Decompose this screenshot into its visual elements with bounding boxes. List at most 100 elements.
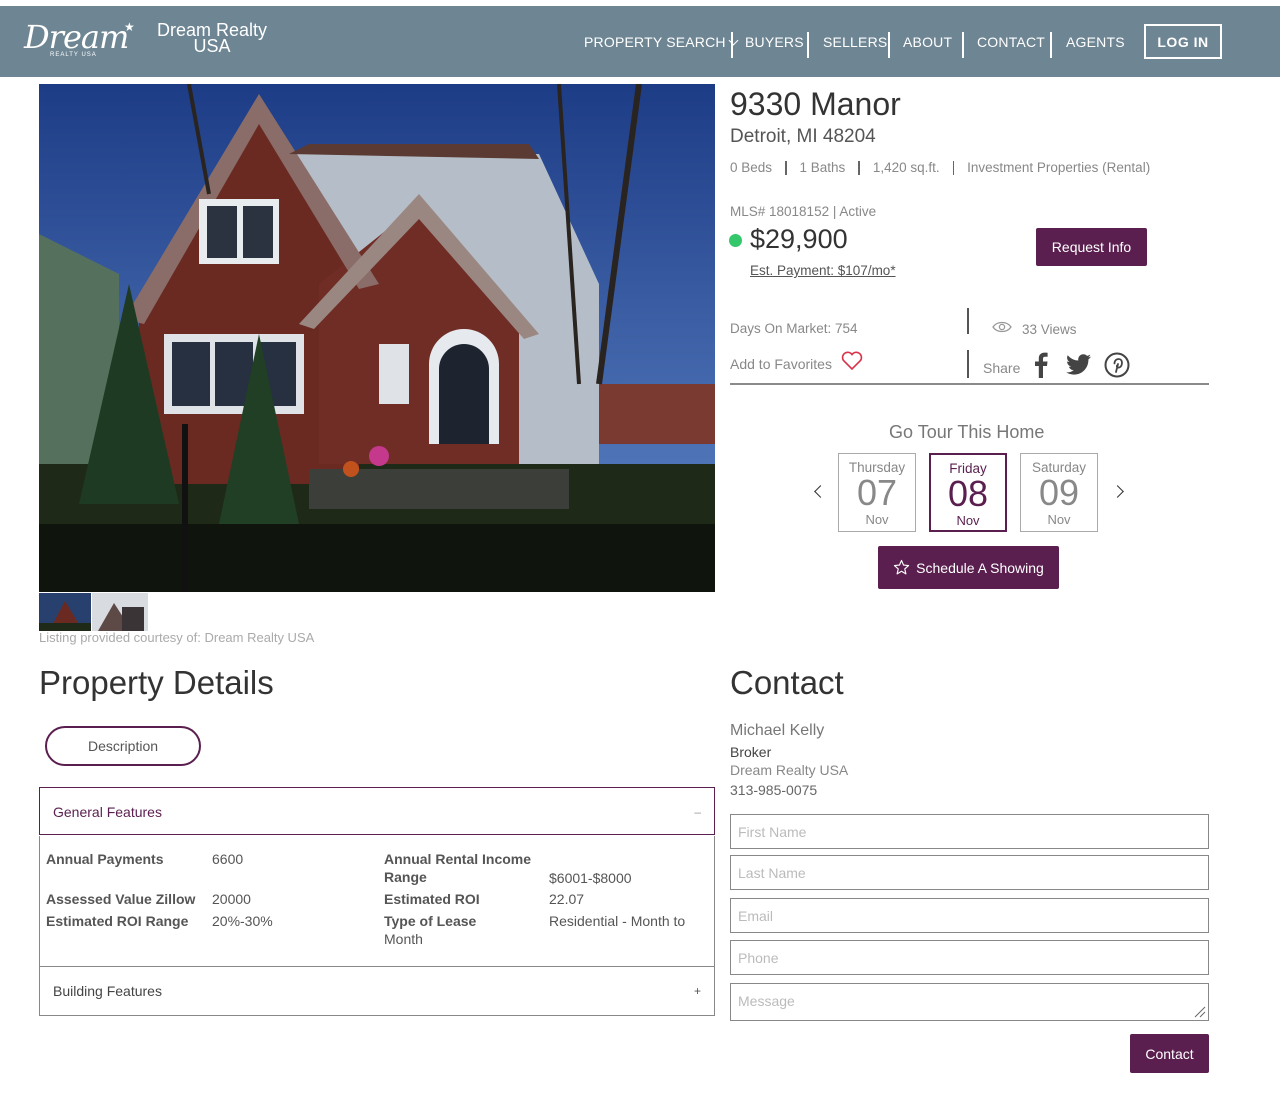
tour-day-saturday[interactable]: Saturday 09 Nov: [1020, 453, 1098, 532]
tour-day-month: Nov: [956, 513, 980, 528]
feature-value-assessed-value: 20000: [212, 891, 251, 907]
share-row: Share: [983, 352, 1130, 378]
nav-sellers[interactable]: SELLERS: [823, 34, 887, 50]
feature-label-roi-range: Estimated ROI Range: [46, 913, 189, 929]
schedule-showing-label: Schedule A Showing: [916, 559, 1044, 576]
feature-label-roi: Estimated ROI: [384, 891, 480, 907]
login-button[interactable]: LOG IN: [1144, 24, 1222, 59]
chevron-down-icon: [728, 35, 739, 46]
share-label: Share: [983, 360, 1021, 376]
estimated-payment-link[interactable]: Est. Payment: $107/mo*: [750, 263, 896, 278]
eye-icon: [992, 321, 1012, 332]
feature-value-lease-type-cont: Month: [384, 931, 423, 947]
agent-phone[interactable]: 313-985-0075: [730, 782, 817, 798]
collapse-icon[interactable]: –: [694, 805, 701, 819]
general-features-content: Annual Payments 6600 Assessed Value Zill…: [39, 836, 715, 966]
email-input[interactable]: [730, 898, 1209, 933]
chevron-right-icon[interactable]: [1111, 485, 1124, 498]
tour-day-month: Nov: [865, 512, 889, 527]
contact-submit-button[interactable]: Contact: [1130, 1034, 1209, 1073]
thumbnail-illustration: [39, 593, 91, 631]
add-to-favorites[interactable]: Add to Favorites: [730, 351, 863, 372]
general-features-accordion[interactable]: General Features –: [39, 787, 715, 835]
mls-status: MLS# 18018152 | Active: [730, 204, 877, 219]
schedule-showing-button[interactable]: Schedule A Showing: [878, 546, 1059, 589]
agent-company: Dream Realty USA: [730, 762, 849, 778]
general-features-label: General Features: [53, 803, 162, 820]
square-footage: 1,420 sq.ft.: [872, 160, 940, 175]
message-textarea[interactable]: [730, 983, 1209, 1021]
fact-divider: [952, 160, 955, 175]
nav-contact[interactable]: CONTACT: [977, 34, 1045, 50]
tour-title: Go Tour This Home: [889, 422, 1045, 442]
fact-divider: [785, 160, 787, 175]
expand-icon[interactable]: +: [694, 984, 701, 998]
logo-subtext: REALTY USA: [50, 52, 97, 58]
phone-input[interactable]: [730, 940, 1209, 975]
feature-value-rental-income: $6001-$8000: [549, 870, 632, 886]
tour-day-friday[interactable]: Friday 08 Nov: [929, 453, 1007, 532]
nav-buyers[interactable]: BUYERS: [745, 34, 804, 50]
fact-divider: [858, 160, 860, 175]
thumbnail-illustration: [92, 593, 148, 631]
property-details-title: Property Details: [39, 664, 274, 701]
photo-thumbnail[interactable]: [39, 593, 91, 631]
property-photo[interactable]: [39, 84, 715, 592]
tour-day-thursday[interactable]: Thursday 07 Nov: [838, 453, 916, 532]
stat-divider: [967, 308, 969, 334]
agent-role: Broker: [730, 744, 772, 760]
nav-property-search[interactable]: PROPERTY SEARCH: [584, 34, 739, 50]
brand-line-2: USA: [193, 36, 231, 56]
feature-value-roi-range: 20%-30%: [212, 913, 273, 929]
agent-name: Michael Kelly: [730, 722, 825, 739]
listing-courtesy: Listing provided courtesy of: Dream Real…: [39, 630, 315, 645]
views-count: 33 Views: [992, 316, 1077, 337]
tour-day-month: Nov: [1047, 512, 1071, 527]
logo-script: Dream: [24, 18, 129, 56]
status-dot-icon: [729, 234, 742, 247]
baths-count: 1 Baths: [799, 160, 846, 175]
request-info-button[interactable]: Request Info: [1036, 228, 1147, 266]
nav-about[interactable]: ABOUT: [903, 34, 952, 50]
feature-value-roi: 22.07: [549, 891, 585, 907]
address-street: 9330 Manor: [730, 86, 901, 122]
tour-day-number: 07: [856, 472, 898, 513]
property-facts: 0 Beds 1 Baths 1,420 sq.ft. Investment P…: [730, 160, 1150, 175]
address-city: Detroit, MI 48204: [730, 126, 876, 147]
pinterest-icon[interactable]: [1104, 352, 1130, 378]
days-on-market: Days On Market: 754: [730, 321, 858, 336]
photo-thumbnail[interactable]: [92, 593, 148, 631]
site-header: Dream ★ REALTY USA Dream Realty USA PROP…: [0, 6, 1280, 77]
twitter-icon[interactable]: [1066, 354, 1092, 376]
favorites-label: Add to Favorites: [730, 356, 832, 372]
feature-value-lease-type: Residential - Month to: [549, 913, 686, 929]
nav-property-search-label: PROPERTY SEARCH: [584, 34, 726, 50]
views-label: 33 Views: [1022, 322, 1077, 337]
facebook-icon[interactable]: [1034, 352, 1048, 378]
building-features-header[interactable]: Building Features +: [40, 967, 714, 1014]
star-icon: ★: [124, 20, 135, 34]
brand-name: Dream Realty USA: [152, 21, 272, 56]
nav-divider: [888, 32, 890, 58]
tour-day-number: 08: [947, 473, 989, 514]
nav-agents[interactable]: AGENTS: [1066, 34, 1125, 50]
tour-day-number: 09: [1038, 472, 1080, 513]
feature-label-assessed-value: Assessed Value Zillow: [46, 891, 196, 907]
nav-divider: [731, 32, 733, 58]
feature-value-annual-payments: 6600: [212, 851, 244, 867]
property-type: Investment Properties (Rental): [967, 160, 1151, 175]
chevron-left-icon[interactable]: [814, 485, 827, 498]
building-features-accordion[interactable]: Building Features +: [39, 966, 715, 1016]
feature-label-rental-income-cont: Range: [384, 869, 427, 885]
feature-label-rental-income: Annual Rental Income: [384, 851, 532, 867]
dream-realty-logo[interactable]: Dream ★ REALTY USA: [24, 18, 144, 66]
nav-divider: [962, 32, 964, 58]
nav-divider: [1050, 32, 1052, 58]
last-name-input[interactable]: [730, 855, 1209, 890]
description-tab[interactable]: Description: [45, 726, 201, 766]
resize-handle-icon[interactable]: [1192, 1004, 1206, 1018]
beds-count: 0 Beds: [730, 160, 773, 175]
first-name-input[interactable]: [730, 814, 1209, 849]
general-features-header[interactable]: General Features –: [40, 788, 714, 835]
heart-icon[interactable]: [841, 351, 863, 371]
